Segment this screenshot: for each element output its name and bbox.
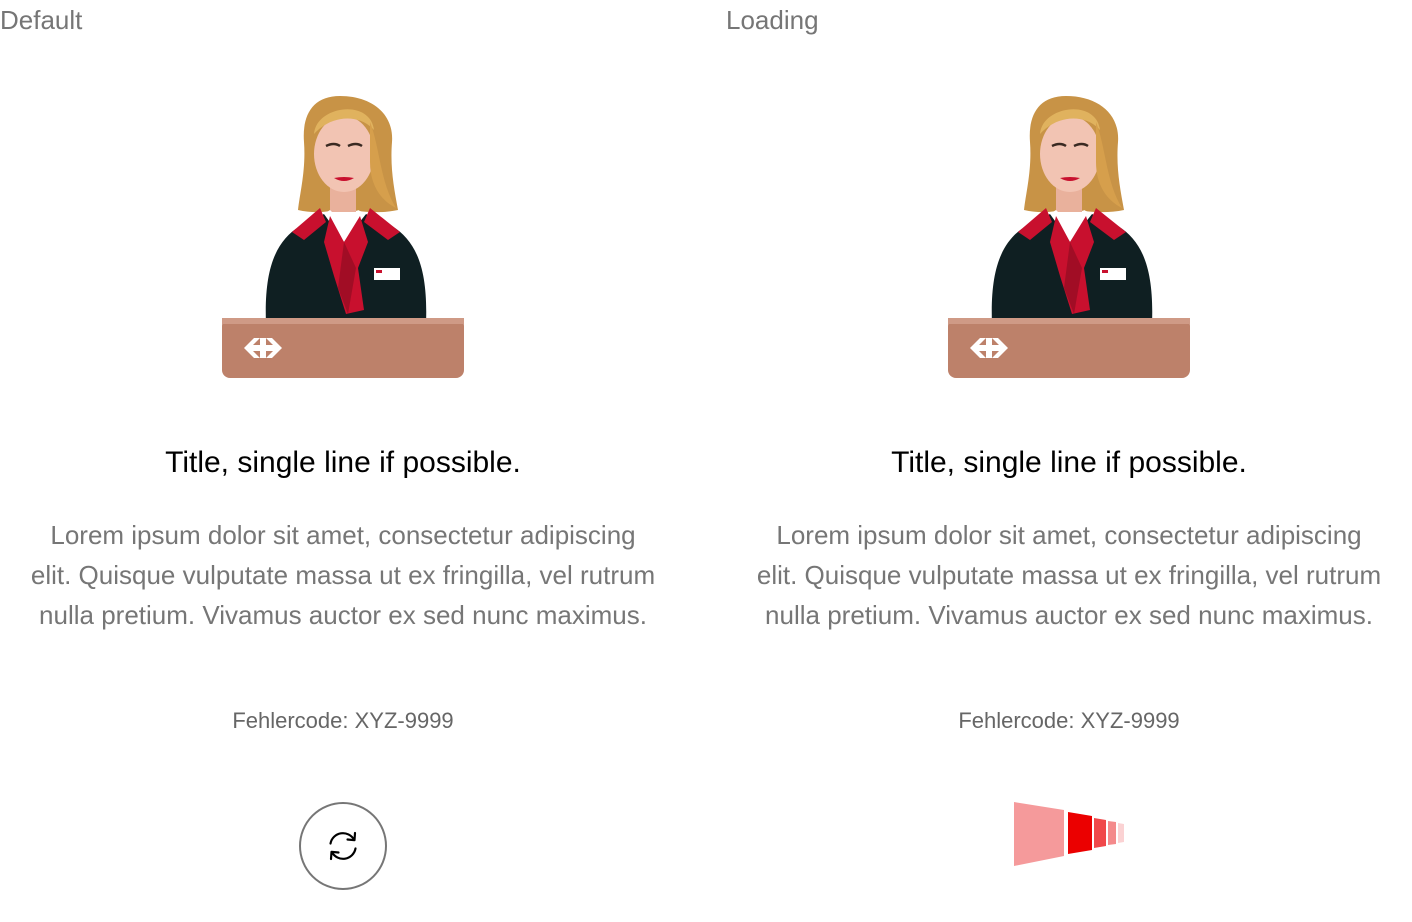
service-agent-illustration — [946, 92, 1192, 380]
reload-icon — [329, 831, 357, 861]
notification-title: Title, single line if possible. — [165, 446, 521, 479]
reload-button[interactable] — [299, 802, 387, 890]
notification-title: Title, single line if possible. — [891, 446, 1247, 479]
state-label: Default — [0, 5, 83, 35]
notification-body: Lorem ipsum dolor sit amet, consectetur … — [756, 520, 1382, 630]
state-panel-loading: Loading Title, single line if possible. … — [726, 0, 1412, 922]
state-label: Loading — [726, 5, 819, 35]
state-panel-default: Default Title, single line if possible. … — [0, 0, 686, 922]
error-code: Fehlercode: XYZ-9999 — [232, 708, 454, 733]
error-code: Fehlercode: XYZ-9999 — [958, 708, 1180, 733]
service-agent-illustration — [220, 92, 466, 380]
notification-body: Lorem ipsum dolor sit amet, consectetur … — [30, 520, 656, 630]
loading-indicator-icon — [1014, 802, 1124, 866]
